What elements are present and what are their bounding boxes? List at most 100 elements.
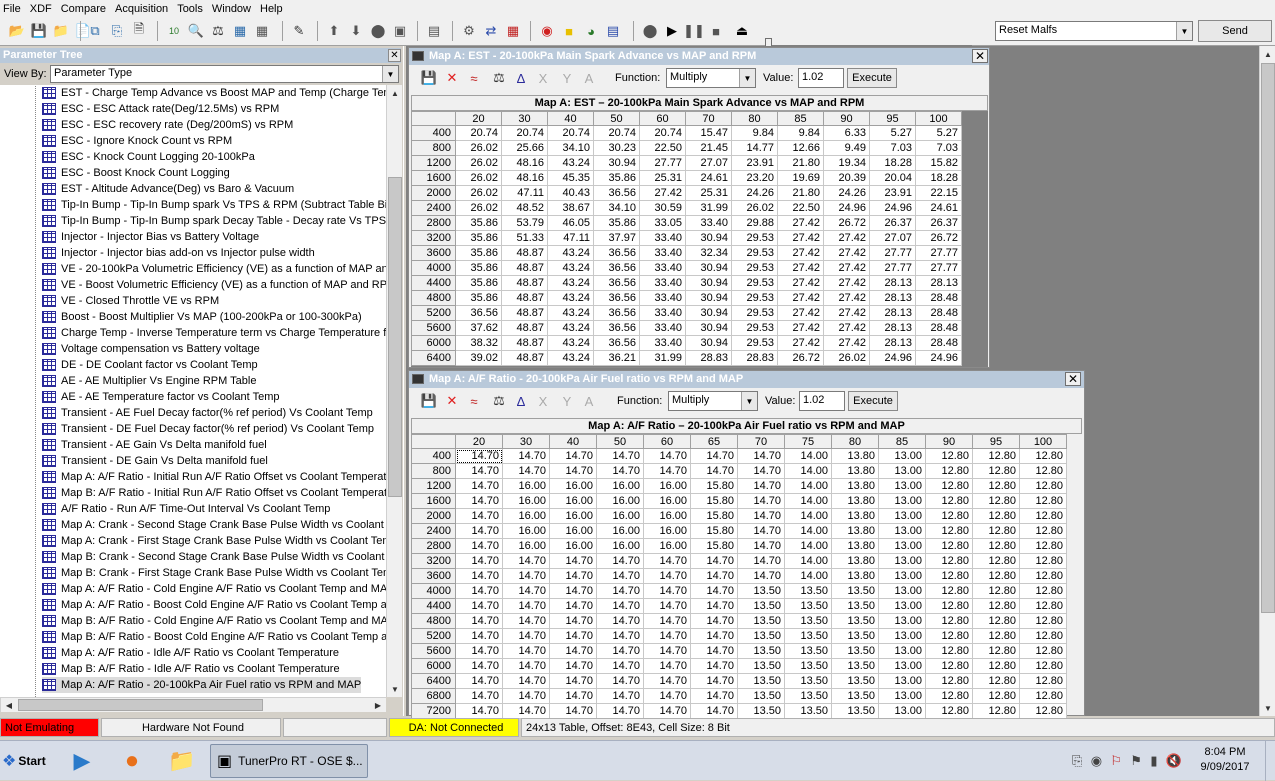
value-input[interactable]: 1.02	[799, 391, 845, 411]
table-cell[interactable]: 12.80	[1019, 463, 1067, 479]
row-header[interactable]: 5600	[411, 320, 456, 336]
tree-item[interactable]: AE - AE Multiplier Vs Engine RPM Table	[42, 373, 256, 389]
table-cell[interactable]: 24.61	[915, 200, 962, 216]
table-cell[interactable]: 13.00	[878, 478, 926, 494]
table-cell[interactable]: 29.53	[731, 320, 778, 336]
table-cell[interactable]: 12.80	[972, 508, 1020, 524]
table-cell[interactable]: 14.70	[455, 673, 503, 689]
table-cell[interactable]: 14.70	[502, 688, 550, 704]
menu-compare[interactable]: Compare	[60, 3, 114, 15]
table-cell[interactable]: 48.87	[501, 275, 548, 291]
table-cell[interactable]: 30.59	[639, 200, 686, 216]
table-cell[interactable]: 12.80	[925, 508, 973, 524]
table-cell[interactable]: 16.00	[502, 538, 550, 554]
table-cell[interactable]: 14.70	[737, 553, 785, 569]
table-cell[interactable]: 24.61	[685, 170, 732, 186]
table-cell[interactable]: 13.50	[831, 583, 879, 599]
table-cell[interactable]: 27.42	[823, 230, 870, 246]
table-cell[interactable]: 24.26	[731, 185, 778, 201]
table-cell[interactable]: 14.70	[737, 493, 785, 509]
chevron-down-icon[interactable]: ▼	[1176, 22, 1192, 40]
table-cell[interactable]: 14.70	[455, 658, 503, 674]
table-cell[interactable]: 13.50	[784, 658, 832, 674]
gauge-icon[interactable]: ◕	[582, 22, 600, 40]
table-cell[interactable]: 33.40	[639, 335, 686, 351]
row-header[interactable]: 3200	[411, 553, 456, 569]
table-cell[interactable]: 14.70	[455, 643, 503, 659]
table-cell[interactable]: 12.80	[972, 673, 1020, 689]
table-cell[interactable]: 12.80	[972, 598, 1020, 614]
column-header[interactable]: 85	[878, 434, 926, 449]
table-cell[interactable]: 26.37	[915, 215, 962, 231]
value-input[interactable]: 1.02	[798, 68, 844, 88]
table-cell[interactable]: 33.40	[639, 320, 686, 336]
table-cell[interactable]: 14.70	[690, 463, 738, 479]
table-cell[interactable]: 14.70	[643, 583, 691, 599]
function-select[interactable]: Multiply ▼	[666, 68, 756, 88]
table-cell[interactable]: 13.80	[831, 523, 879, 539]
table-cell[interactable]: 30.94	[685, 305, 732, 321]
table-cell[interactable]: 48.16	[501, 170, 548, 186]
table-cell[interactable]: 14.70	[690, 643, 738, 659]
circle-icon[interactable]: ⬤	[369, 22, 387, 40]
table-cell[interactable]: 16.00	[596, 478, 644, 494]
table-cell[interactable]: 16.00	[549, 478, 597, 494]
table-cell[interactable]: 21.80	[777, 155, 824, 171]
delete-icon[interactable]: ✕	[444, 70, 460, 86]
tree-item[interactable]: Map B: A/F Ratio - Cold Engine A/F Ratio…	[42, 613, 387, 629]
table-cell[interactable]: 14.77	[731, 140, 778, 156]
compare-scale-icon[interactable]: ⚖	[491, 393, 507, 409]
table-cell[interactable]: 13.00	[878, 613, 926, 629]
security-icon[interactable]: ⚐	[1110, 753, 1122, 769]
search-icon[interactable]: 🔍	[187, 22, 205, 40]
table-cell[interactable]: 27.77	[639, 155, 686, 171]
table-cell[interactable]: 27.77	[915, 245, 962, 261]
table-cell[interactable]: 13.00	[878, 643, 926, 659]
table-cell[interactable]: 27.42	[823, 245, 870, 261]
tunerpro-taskbar-button[interactable]: ▣ TunerPro RT - OSE $...	[210, 744, 368, 778]
table-cell[interactable]: 16.00	[596, 538, 644, 554]
table-cell[interactable]: 20.74	[593, 125, 640, 141]
table-cell[interactable]: 13.50	[831, 613, 879, 629]
table-cell[interactable]: 20.39	[823, 170, 870, 186]
table-cell[interactable]: 28.13	[869, 305, 916, 321]
table-cell[interactable]: 13.80	[831, 463, 879, 479]
table-cell[interactable]: 40.43	[547, 185, 594, 201]
table-cell[interactable]: 14.70	[643, 643, 691, 659]
tree-item[interactable]: Injector - Injector Bias vs Battery Volt…	[42, 229, 259, 245]
table-cell[interactable]: 12.80	[1019, 658, 1067, 674]
table-cell[interactable]: 22.15	[915, 185, 962, 201]
graph-icon[interactable]: ≈	[466, 70, 482, 86]
table-cell[interactable]: 28.13	[869, 290, 916, 306]
table-cell[interactable]: 23.91	[869, 185, 916, 201]
table-cell[interactable]: 14.70	[502, 448, 550, 464]
column-header[interactable]: 50	[596, 434, 644, 449]
table-cell[interactable]: 26.02	[731, 200, 778, 216]
column-header[interactable]: 100	[1019, 434, 1067, 449]
table-cell[interactable]: 6.33	[823, 125, 870, 141]
table-cell[interactable]: 35.86	[455, 290, 502, 306]
table-cell[interactable]: 13.50	[831, 673, 879, 689]
row-header[interactable]: 1200	[411, 155, 456, 171]
table-cell[interactable]: 14.70	[643, 598, 691, 614]
table-cell[interactable]: 36.56	[593, 290, 640, 306]
scroll-up-icon[interactable]: ▲	[387, 85, 403, 101]
table-cell[interactable]: 13.50	[831, 628, 879, 644]
media-player-taskbar-icon[interactable]: ▶	[60, 744, 104, 778]
grid-red-icon[interactable]: ▦	[504, 22, 522, 40]
table-cell[interactable]: 34.10	[547, 140, 594, 156]
table-cell[interactable]: 26.02	[455, 200, 502, 216]
tree-item[interactable]: Map A: A/F Ratio - 20-100kPa Air Fuel ra…	[42, 677, 362, 693]
table-cell[interactable]: 37.62	[455, 320, 502, 336]
table-cell[interactable]: 29.88	[731, 215, 778, 231]
table-cell[interactable]: 12.80	[972, 628, 1020, 644]
table-cell[interactable]: 13.50	[737, 673, 785, 689]
table-cell[interactable]: 13.50	[737, 658, 785, 674]
table-cell[interactable]: 13.00	[878, 703, 926, 719]
table-cell[interactable]: 12.80	[972, 688, 1020, 704]
table-cell[interactable]: 13.50	[737, 598, 785, 614]
a-gray-icon[interactable]: A	[581, 70, 597, 86]
table-cell[interactable]: 33.40	[639, 260, 686, 276]
table-cell[interactable]: 16.00	[502, 478, 550, 494]
table-cell[interactable]: 25.31	[685, 185, 732, 201]
